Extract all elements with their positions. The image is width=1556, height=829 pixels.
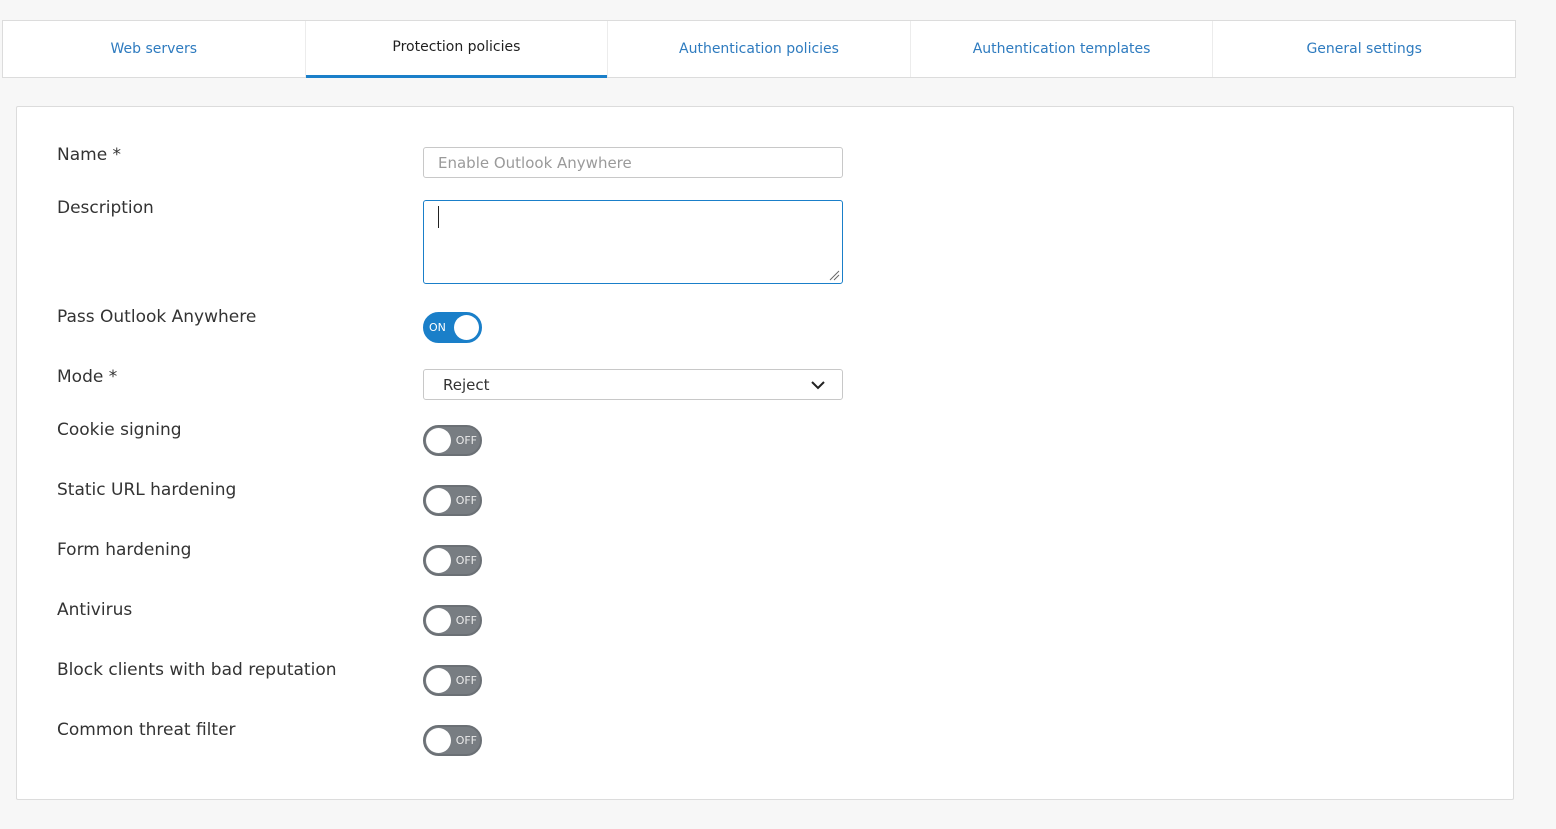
name-input[interactable]: [423, 147, 843, 178]
description-label: Description: [57, 198, 154, 218]
tab-bar: Web servers Protection policies Authenti…: [2, 20, 1516, 78]
block-bad-reputation-toggle[interactable]: OFF: [423, 665, 482, 696]
static-url-hardening-toggle[interactable]: OFF: [423, 485, 482, 516]
toggle-knob: [426, 608, 451, 633]
tab-web-servers[interactable]: Web servers: [3, 21, 306, 77]
mode-selected-value: Reject: [443, 375, 490, 394]
toggle-knob: [454, 315, 479, 340]
toggle-state-text: OFF: [455, 734, 477, 747]
tab-general-settings[interactable]: General settings: [1213, 21, 1515, 77]
toggle-knob: [426, 548, 451, 573]
policy-form-panel: Name * Description Pass Outlook Anywhere…: [16, 106, 1514, 800]
toggle-state-text: OFF: [455, 614, 477, 627]
pass-outlook-anywhere-label: Pass Outlook Anywhere: [57, 307, 257, 327]
mode-label: Mode *: [57, 367, 118, 387]
toggle-state-text: OFF: [455, 554, 477, 567]
static-url-hardening-label: Static URL hardening: [57, 480, 237, 500]
tab-authentication-policies[interactable]: Authentication policies: [608, 21, 911, 77]
cookie-signing-label: Cookie signing: [57, 420, 182, 440]
toggle-knob: [426, 668, 451, 693]
toggle-state-text: ON: [429, 321, 446, 334]
chevron-down-icon: [811, 380, 825, 389]
toggle-knob: [426, 428, 451, 453]
cookie-signing-toggle[interactable]: OFF: [423, 425, 482, 456]
form-hardening-toggle[interactable]: OFF: [423, 545, 482, 576]
antivirus-toggle[interactable]: OFF: [423, 605, 482, 636]
text-caret: [438, 206, 439, 228]
common-threat-filter-toggle[interactable]: OFF: [423, 725, 482, 756]
block-bad-reputation-label: Block clients with bad reputation: [57, 660, 337, 680]
mode-select[interactable]: Reject: [423, 369, 843, 400]
toggle-state-text: OFF: [455, 674, 477, 687]
name-label: Name *: [57, 145, 122, 165]
description-textarea[interactable]: [423, 200, 843, 284]
resize-grip-icon[interactable]: [828, 269, 840, 281]
tab-protection-policies[interactable]: Protection policies: [305, 21, 609, 78]
tab-authentication-templates[interactable]: Authentication templates: [911, 21, 1214, 77]
form-hardening-label: Form hardening: [57, 540, 192, 560]
toggle-knob: [426, 728, 451, 753]
toggle-state-text: OFF: [455, 494, 477, 507]
pass-outlook-anywhere-toggle[interactable]: ON: [423, 312, 482, 343]
antivirus-label: Antivirus: [57, 600, 133, 620]
toggle-state-text: OFF: [455, 434, 477, 447]
common-threat-filter-label: Common threat filter: [57, 720, 236, 740]
toggle-knob: [426, 488, 451, 513]
